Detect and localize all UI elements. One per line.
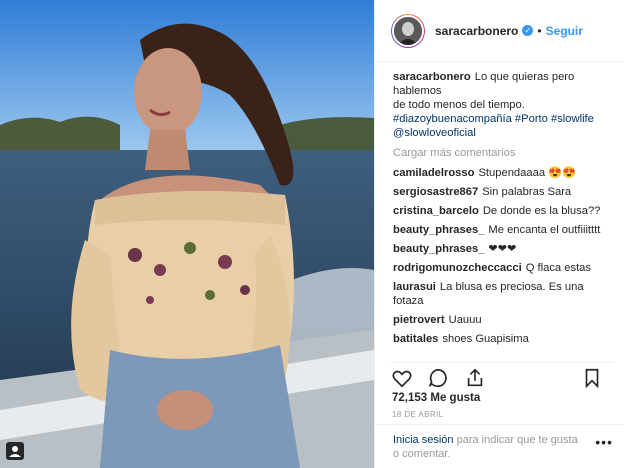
comment-user[interactable]: beauty_phrases_ <box>393 224 484 236</box>
post-photo[interactable] <box>0 0 374 468</box>
post-header: saracarbonero ✓ • Seguir <box>375 0 624 62</box>
comment: sergiosastre867 Sin palabras Sara <box>393 185 611 199</box>
comment-text: Sin palabras Sara <box>482 186 572 198</box>
comment-text: ❤❤❤ <box>488 243 517 255</box>
load-more-comments[interactable]: Cargar más comentarios <box>393 146 611 160</box>
verified-icon: ✓ <box>522 25 534 36</box>
comment-text: shoes Guapisima <box>442 333 529 345</box>
user-tag-icon[interactable] <box>6 442 24 460</box>
separator-dot: • <box>537 23 542 38</box>
comment: pietrovert Uauuu <box>393 313 611 327</box>
post-date: 18 DE ABRIL <box>392 410 444 419</box>
comment-user[interactable]: sergiosastre867 <box>393 186 478 198</box>
comment-user[interactable]: camiladelrosso <box>393 167 474 179</box>
comment-text: Me encanta el outfiiitttt <box>488 224 601 236</box>
caption-line-2: de todo menos del tiempo. <box>393 99 525 111</box>
action-bar <box>391 362 613 393</box>
likes-count[interactable]: 72,153 Me gusta <box>392 392 480 404</box>
photo-illustration <box>0 0 374 468</box>
post-side-panel: saracarbonero ✓ • Seguir saracarbonero Lo… <box>374 0 624 468</box>
more-options-button[interactable]: ••• <box>595 435 613 449</box>
comment: beauty_phrases_ Me encanta el outfiiitttt <box>393 223 611 237</box>
comment-user[interactable]: rodrigomunozcheccacci <box>393 262 522 274</box>
comment-user[interactable]: pietrovert <box>393 314 445 326</box>
avatar[interactable] <box>391 13 425 48</box>
comment-text: Uauuu <box>448 314 482 326</box>
login-link[interactable]: Inicia sesión <box>393 434 454 446</box>
comment-user[interactable]: beauty_phrases_ <box>393 243 484 255</box>
comments-section: saracarbonero Lo que quieras pero hablemo… <box>375 62 611 362</box>
comment-text: De donde es la blusa?? <box>482 205 601 217</box>
comment: rodrigomunozcheccacci Q flaca estas <box>393 261 611 275</box>
bookmark-icon[interactable] <box>581 367 603 389</box>
comment-text: Stupendaaaa 😍😍 <box>478 167 577 179</box>
follow-button[interactable]: Seguir <box>546 24 583 38</box>
heart-icon[interactable] <box>391 367 413 389</box>
comment-text: Q flaca estas <box>525 262 591 274</box>
avatar-image <box>392 14 424 47</box>
comment: camiladelrosso Stupendaaaa 😍😍 <box>393 166 611 180</box>
comment: cristina_barcelo De donde es la blusa?? <box>393 204 611 218</box>
comment: beauty_phrases_ ❤❤❤ <box>393 242 611 256</box>
comment-user[interactable]: laurasui <box>393 281 436 293</box>
header-username[interactable]: saracarbonero <box>435 24 518 38</box>
caption: saracarbonero Lo que quieras pero hablemo… <box>393 70 611 140</box>
comment: laurasui La blusa es preciosa. Es una fot… <box>393 280 611 308</box>
comment-icon[interactable] <box>427 367 449 389</box>
comment-user[interactable]: batitales <box>393 333 438 345</box>
caption-author[interactable]: saracarbonero <box>393 71 471 83</box>
caption-hashtags[interactable]: #diazoybuenacompañía #Porto #slowlife @s… <box>393 113 594 139</box>
instagram-post: saracarbonero ✓ • Seguir saracarbonero Lo… <box>0 0 624 468</box>
comment: batitales shoes Guapisima <box>393 332 611 346</box>
login-prompt: Inicia sesión para indicar que te gusta … <box>375 424 624 468</box>
comment-user[interactable]: cristina_barcelo <box>393 205 479 217</box>
share-icon[interactable] <box>464 367 486 389</box>
